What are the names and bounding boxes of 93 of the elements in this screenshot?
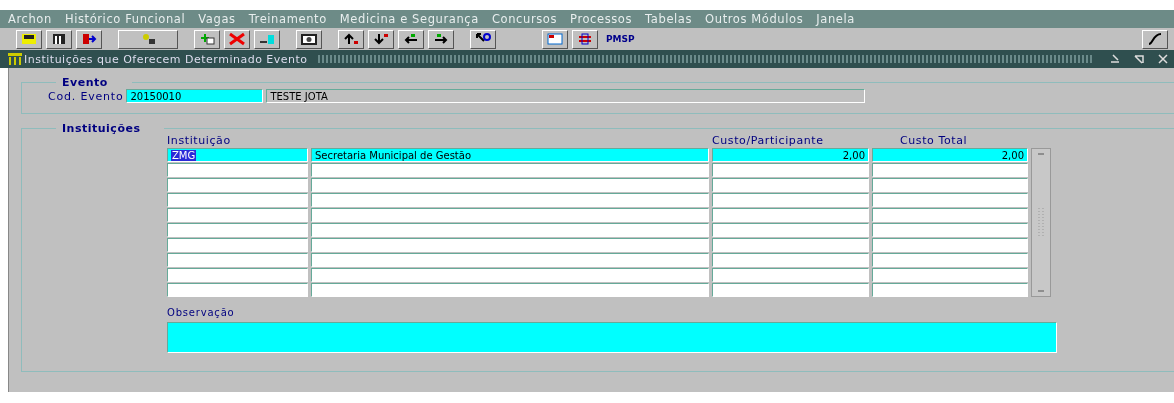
- menu-item[interactable]: Vagas: [198, 12, 236, 26]
- cost-cell[interactable]: [712, 223, 869, 237]
- add-record-button[interactable]: [194, 29, 220, 49]
- field-label: Cod. Evento: [48, 89, 124, 103]
- code-cell[interactable]: [167, 193, 308, 207]
- function-button[interactable]: [1142, 29, 1168, 49]
- query-button[interactable]: [118, 29, 178, 49]
- down-button[interactable]: [368, 29, 394, 49]
- code-cell[interactable]: [167, 283, 308, 297]
- cost-cell[interactable]: [712, 268, 869, 282]
- up-arrow-icon: [342, 31, 360, 47]
- cost-cell[interactable]: [712, 238, 869, 252]
- print-button[interactable]: [46, 29, 72, 49]
- total-cell[interactable]: [872, 193, 1028, 207]
- field-label: Observação: [167, 307, 236, 318]
- code-cell[interactable]: [167, 208, 308, 222]
- total-cell[interactable]: [872, 178, 1028, 192]
- menu-item[interactable]: Treinamento: [248, 12, 327, 26]
- name-cell[interactable]: [311, 223, 709, 237]
- name-cell[interactable]: [311, 208, 709, 222]
- code-cell[interactable]: [167, 163, 308, 177]
- name-cell[interactable]: [311, 238, 709, 252]
- name-cell[interactable]: [311, 163, 709, 177]
- cost-cell[interactable]: [712, 253, 869, 267]
- delete-button[interactable]: [224, 29, 250, 49]
- menu-item[interactable]: Concursos: [491, 12, 558, 26]
- menu-item[interactable]: Tabelas: [645, 12, 693, 26]
- name-cell[interactable]: [311, 253, 709, 267]
- name-cell[interactable]: [311, 283, 709, 297]
- window-title: Instituições que Oferecem Determinado Evento: [24, 52, 308, 66]
- add-record-icon: [198, 31, 216, 47]
- clear-button[interactable]: [254, 29, 280, 49]
- scrollbar[interactable]: [1031, 148, 1051, 297]
- transfer-button[interactable]: [572, 29, 598, 49]
- calendar-button[interactable]: [542, 29, 568, 49]
- save-button[interactable]: [16, 29, 42, 49]
- cost-cell[interactable]: [712, 193, 869, 207]
- cost-cell[interactable]: [712, 208, 869, 222]
- total-cell[interactable]: [872, 223, 1028, 237]
- total-cell[interactable]: [872, 268, 1028, 282]
- delete-icon: [228, 31, 246, 47]
- minimize-icon[interactable]: [1109, 53, 1121, 65]
- description-field: TESTE JOTA: [266, 89, 866, 103]
- save-icon: [20, 31, 38, 47]
- cost-cell[interactable]: [712, 163, 869, 177]
- print-icon: [50, 31, 68, 47]
- section-title: Instituições: [61, 122, 142, 135]
- right-button[interactable]: [428, 29, 454, 49]
- function-icon: [1146, 31, 1164, 47]
- scroll-grip-icon: [1038, 207, 1044, 238]
- name-cell[interactable]: [311, 178, 709, 192]
- building-icon: [8, 53, 22, 65]
- down-arrow-icon: [372, 31, 390, 47]
- cost-cell[interactable]: [712, 283, 869, 297]
- code-field[interactable]: 20150010: [126, 89, 264, 103]
- menu-item[interactable]: Janela: [816, 12, 855, 26]
- total-cell[interactable]: [872, 238, 1028, 252]
- brand-label: PMSP: [606, 34, 635, 44]
- observation-field[interactable]: [167, 322, 1057, 353]
- code-cell[interactable]: [167, 238, 308, 252]
- menu-item[interactable]: Archon: [8, 12, 52, 26]
- cost-cell[interactable]: [712, 178, 869, 192]
- camera-button[interactable]: [296, 29, 322, 49]
- name-cell[interactable]: [311, 268, 709, 282]
- name-cell[interactable]: Secretaria Municipal de Gestão: [311, 148, 709, 162]
- menu-item[interactable]: Medicina e Segurança: [339, 12, 479, 26]
- section-title: Evento: [61, 76, 109, 89]
- total-cell[interactable]: [872, 208, 1028, 222]
- code-cell[interactable]: [167, 268, 308, 282]
- total-cell[interactable]: [872, 163, 1028, 177]
- menu-item[interactable]: Processos: [570, 12, 633, 26]
- column-header: Custo/Participante: [712, 135, 825, 147]
- code-cell[interactable]: [167, 253, 308, 267]
- exit-button[interactable]: [76, 29, 102, 49]
- up-button[interactable]: [338, 29, 364, 49]
- total-cell[interactable]: [872, 283, 1028, 297]
- name-cell[interactable]: [311, 193, 709, 207]
- code-cell[interactable]: ZMG: [167, 148, 308, 162]
- column-header: Custo Total: [899, 135, 969, 147]
- cost-cell[interactable]: 2,00: [712, 148, 869, 162]
- left-button[interactable]: [398, 29, 424, 49]
- menu-item[interactable]: Outros Módulos: [705, 12, 804, 26]
- column-header: Instituição: [167, 135, 232, 147]
- total-cell[interactable]: 2,00: [872, 148, 1028, 162]
- code-cell[interactable]: [167, 223, 308, 237]
- exit-icon: [80, 31, 98, 47]
- camera-icon: [300, 31, 318, 47]
- code-cell[interactable]: [167, 178, 308, 192]
- menu-item[interactable]: Histórico Funcional: [64, 12, 186, 26]
- close-icon[interactable]: [1157, 53, 1169, 65]
- total-cell[interactable]: [872, 253, 1028, 267]
- maximize-icon[interactable]: [1133, 53, 1145, 65]
- help-button[interactable]: [470, 29, 496, 49]
